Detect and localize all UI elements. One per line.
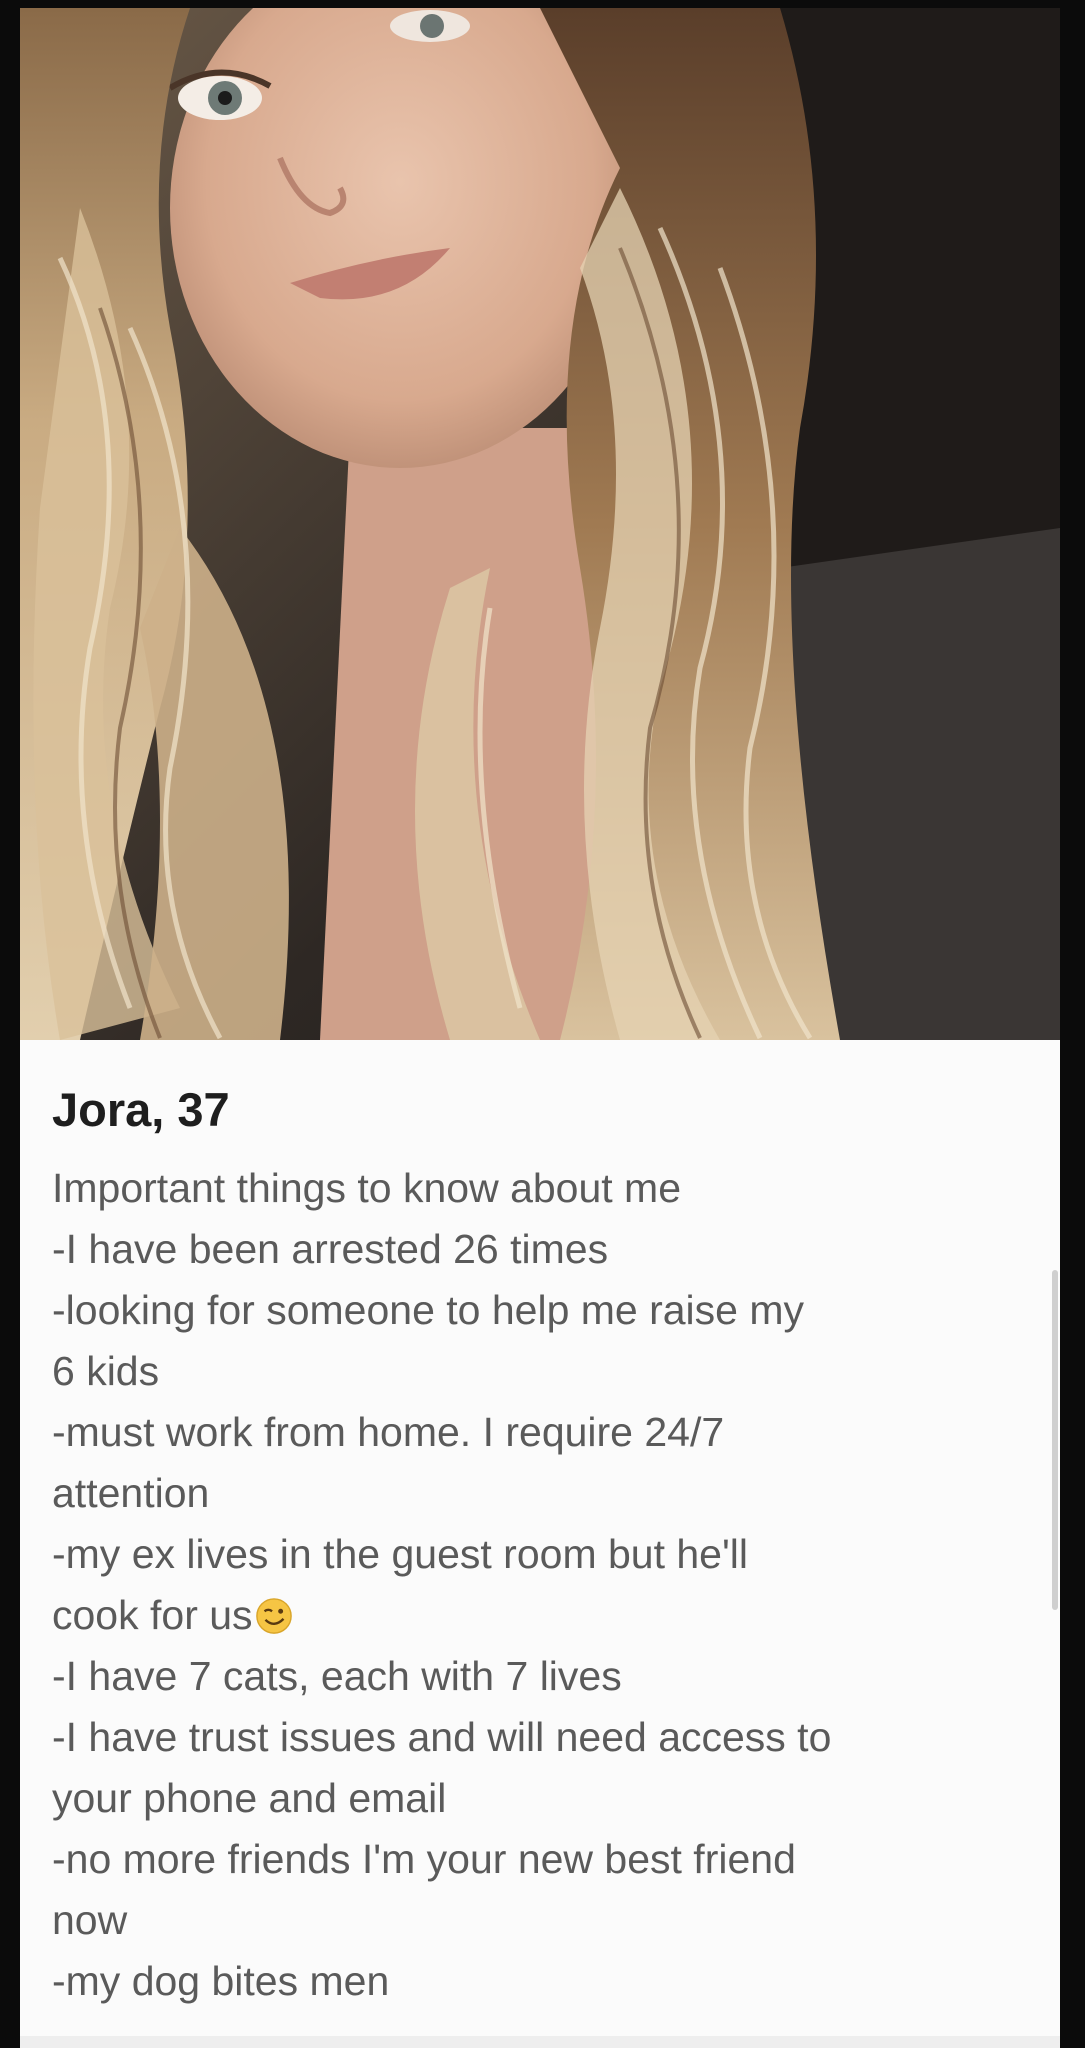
bio-line: now: [52, 1897, 128, 1943]
bio-line: -I have trust issues and will need acces…: [52, 1714, 832, 1760]
profile-bio: Important things to know about me -I hav…: [52, 1158, 1042, 2012]
bio-line: your phone and email: [52, 1775, 447, 1821]
bio-line: Important things to know about me: [52, 1165, 682, 1211]
bio-line: -my dog bites men: [52, 1958, 390, 2004]
bio-line: -must work from home. I require 24/7: [52, 1409, 725, 1455]
dating-profile-card: Jora, 37 Important things to know about …: [20, 8, 1060, 2048]
bio-line: -I have been arrested 26 times: [52, 1226, 609, 1272]
profile-name-age: Jora, 37: [52, 1083, 230, 1136]
bio-line: -my ex lives in the guest room but he'll: [52, 1531, 749, 1577]
profile-photo[interactable]: [20, 8, 1060, 1040]
bio-line: 6 kids: [52, 1348, 160, 1394]
bio-line: attention: [52, 1470, 210, 1516]
profile-photo-image: [20, 8, 1060, 1040]
bio-line: -looking for someone to help me raise my: [52, 1287, 805, 1333]
bio-line: -no more friends I'm your new best frien…: [52, 1836, 796, 1882]
bio-line: -I have 7 cats, each with 7 lives: [52, 1653, 622, 1699]
bio-line-with-emoji: cook for us: [52, 1585, 1042, 1646]
scrollbar[interactable]: [1052, 1270, 1058, 1610]
card-bottom-edge: [20, 2036, 1060, 2048]
profile-info: Jora, 37 Important things to know about …: [20, 1040, 1060, 2048]
winking-face-icon: [255, 1598, 292, 1634]
bio-line-text: cook for us: [52, 1592, 253, 1638]
